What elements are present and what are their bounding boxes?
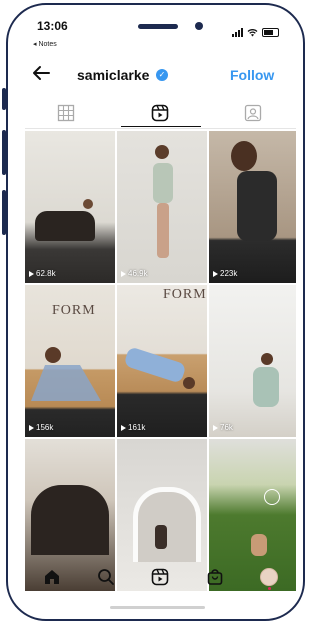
- back-to-app-link[interactable]: ◂ Notes: [33, 40, 57, 48]
- reel-subject-legs: [157, 203, 169, 258]
- play-icon: [29, 424, 34, 431]
- brand-overlay-text: FORM: [163, 287, 207, 302]
- home-indicator: [110, 606, 205, 609]
- tagged-icon: [244, 104, 262, 122]
- tab-tagged[interactable]: [244, 104, 264, 122]
- nav-shop[interactable]: [204, 566, 226, 588]
- profile-avatar: [259, 568, 278, 586]
- status-icons: [232, 28, 279, 37]
- view-count: 156k: [29, 423, 53, 432]
- reel-subject: [155, 525, 167, 549]
- battery-icon: [262, 28, 279, 37]
- profile-header: samiclarke ✓ Follow: [30, 63, 280, 87]
- notification-dot: [267, 587, 271, 590]
- play-icon: [121, 424, 126, 431]
- reel-thumbnail[interactable]: FORM 156k: [25, 285, 115, 437]
- nav-home[interactable]: [41, 566, 63, 588]
- reels-nav-icon: [152, 568, 169, 586]
- reel-thumbnail[interactable]: 62.8k: [25, 131, 115, 283]
- reel-subject-head: [45, 347, 61, 363]
- reels-grid: 62.8k 46.9k 223k FORM 156k FORM 161k 76k: [25, 131, 296, 591]
- view-count: 46.9k: [121, 269, 148, 278]
- reel-subject: [31, 365, 101, 401]
- nav-reels[interactable]: [149, 566, 171, 588]
- reel-group: [31, 485, 109, 555]
- nav-profile[interactable]: [258, 566, 280, 590]
- profile-username: samiclarke: [77, 67, 150, 83]
- signal-icon: [232, 28, 243, 37]
- reel-thumbnail[interactable]: 76k: [209, 285, 296, 437]
- nav-search[interactable]: [95, 566, 117, 588]
- reel-subject-head: [231, 141, 257, 171]
- reel-subject-head: [155, 145, 169, 159]
- view-count: 62.8k: [29, 269, 56, 278]
- view-count: 161k: [121, 423, 145, 432]
- reel-thumbnail[interactable]: 223k: [209, 131, 296, 283]
- sound-icon: [264, 489, 280, 505]
- brand-overlay-text: FORM: [52, 303, 96, 318]
- grid-icon: [57, 104, 75, 122]
- verified-badge-icon: ✓: [156, 69, 168, 81]
- bottom-nav: [25, 562, 296, 592]
- tab-reels[interactable]: [121, 104, 201, 127]
- reel-thumbnail[interactable]: FORM 161k: [117, 285, 207, 437]
- reel-subject: [251, 534, 267, 556]
- view-count: 223k: [213, 269, 237, 278]
- profile-tabs: [25, 100, 296, 129]
- reel-subject: [237, 171, 277, 241]
- search-icon: [98, 569, 115, 585]
- play-icon: [213, 270, 218, 277]
- front-camera: [195, 22, 203, 30]
- play-icon: [121, 270, 126, 277]
- reel-subject: [35, 211, 95, 241]
- view-count: 76k: [213, 423, 233, 432]
- reel-subject: [123, 346, 187, 384]
- arch-doorway: [133, 487, 201, 562]
- shop-icon: [207, 569, 222, 585]
- speaker-notch: [138, 24, 178, 29]
- tab-grid[interactable]: [57, 104, 77, 122]
- reel-subject: [253, 367, 279, 407]
- reel-subject: [153, 163, 173, 203]
- reel-thumbnail[interactable]: 46.9k: [117, 131, 207, 283]
- reel-subject-head: [261, 353, 273, 365]
- back-arrow-icon[interactable]: [32, 63, 50, 87]
- reel-subject-head: [83, 199, 93, 209]
- play-icon: [213, 424, 218, 431]
- play-icon: [29, 270, 34, 277]
- status-time: 13:06: [37, 19, 68, 33]
- reels-icon: [151, 104, 169, 122]
- follow-button[interactable]: Follow: [230, 67, 274, 83]
- reel-subject-head: [183, 377, 195, 389]
- home-icon: [45, 570, 60, 584]
- wifi-icon: [247, 29, 258, 37]
